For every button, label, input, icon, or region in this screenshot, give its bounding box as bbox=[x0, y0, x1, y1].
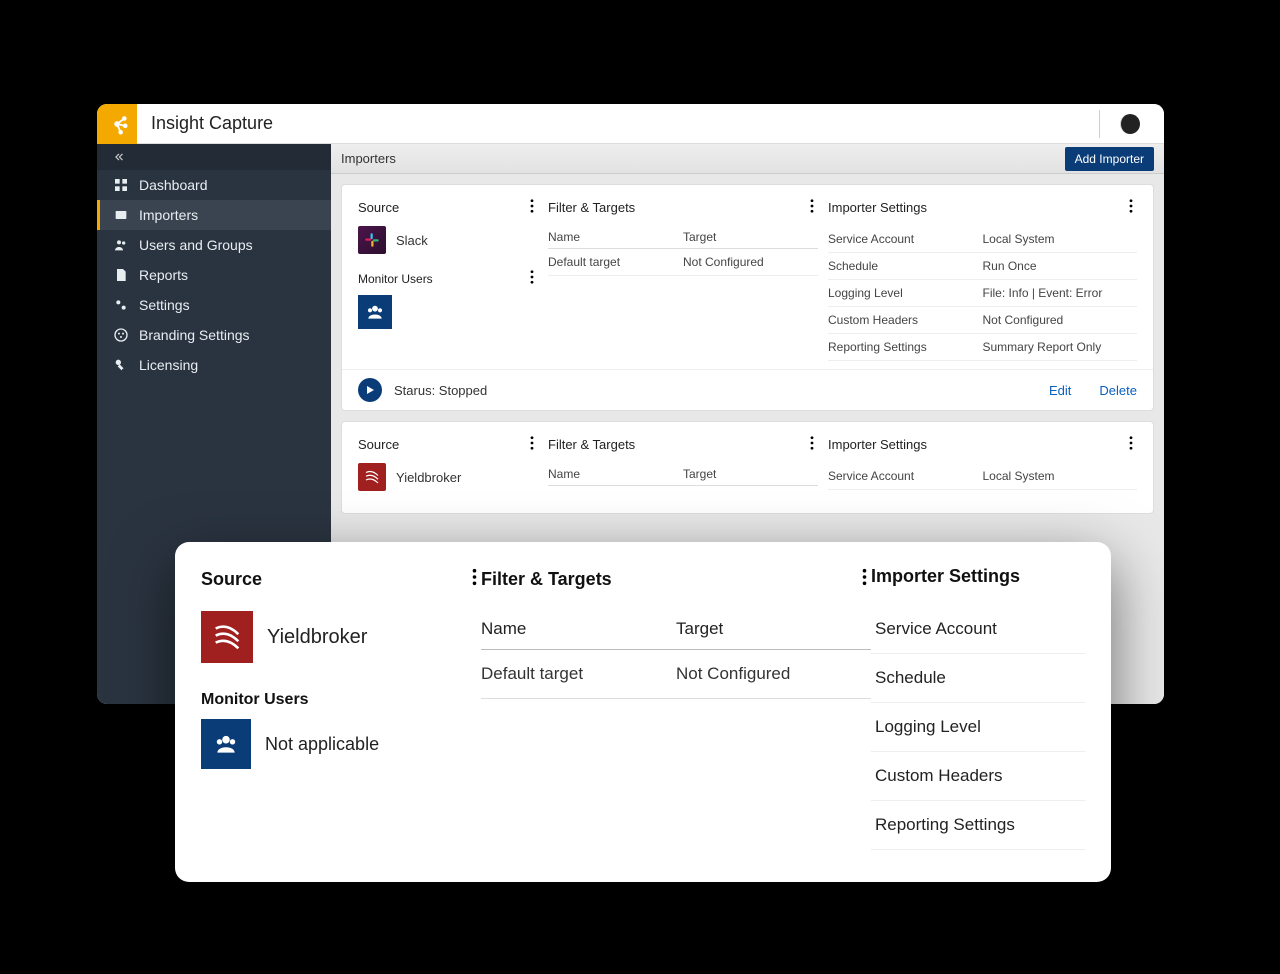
filter-targets-heading: Filter & Targets bbox=[481, 569, 612, 590]
add-importer-button[interactable]: Add Importer bbox=[1065, 147, 1154, 171]
play-button[interactable] bbox=[358, 378, 382, 402]
filter-targets-heading: Filter & Targets bbox=[548, 200, 635, 215]
settings-more-icon[interactable] bbox=[1125, 434, 1137, 455]
setting-key: Reporting Settings bbox=[871, 801, 1085, 850]
monitor-users-heading: Monitor Users bbox=[201, 691, 481, 709]
filter-more-icon[interactable] bbox=[806, 197, 818, 218]
setting-key: Custom Headers bbox=[871, 752, 1085, 801]
sidebar-item-importers[interactable]: Importers bbox=[97, 200, 331, 230]
filter-more-icon[interactable] bbox=[806, 434, 818, 455]
yieldbroker-icon bbox=[358, 463, 386, 491]
sidebar-item-licensing[interactable]: Licensing bbox=[97, 350, 331, 380]
sidebar-item-label: Licensing bbox=[139, 357, 198, 373]
importer-card: Source Yieldbroker bbox=[341, 421, 1154, 514]
sidebar-item-reports[interactable]: Reports bbox=[97, 260, 331, 290]
filter-more-icon[interactable] bbox=[858, 566, 871, 593]
monitor-users-icon[interactable] bbox=[358, 295, 392, 329]
monitor-users-heading: Monitor Users bbox=[358, 272, 433, 286]
monitor-users-more-icon[interactable] bbox=[526, 268, 538, 289]
yieldbroker-icon bbox=[201, 611, 253, 663]
setting-key: Custom Headers bbox=[828, 313, 983, 327]
monitor-users-value: Not applicable bbox=[265, 734, 379, 755]
target-value: Not Configured bbox=[676, 664, 871, 684]
setting-key: Logging Level bbox=[828, 286, 983, 300]
sidebar-item-settings[interactable]: Settings bbox=[97, 290, 331, 320]
filter-targets-heading: Filter & Targets bbox=[548, 437, 635, 452]
col-name-heading: Name bbox=[548, 467, 683, 481]
page-title: Importers bbox=[341, 151, 1065, 166]
page-header: Importers Add Importer bbox=[331, 144, 1164, 174]
setting-val: Local System bbox=[983, 469, 1138, 483]
sidebar-item-label: Branding Settings bbox=[139, 327, 250, 343]
source-heading: Source bbox=[358, 200, 399, 215]
setting-val: Run Once bbox=[983, 259, 1138, 273]
sidebar-item-users-groups[interactable]: Users and Groups bbox=[97, 230, 331, 260]
user-avatar[interactable] bbox=[1120, 114, 1140, 134]
sidebar-item-label: Users and Groups bbox=[139, 237, 253, 253]
dashboard-icon bbox=[111, 177, 131, 193]
target-name: Default target bbox=[481, 664, 676, 684]
delete-link[interactable]: Delete bbox=[1099, 383, 1137, 398]
source-more-icon[interactable] bbox=[526, 434, 538, 455]
sidebar-item-label: Importers bbox=[139, 207, 198, 223]
target-name: Default target bbox=[548, 255, 683, 269]
importer-settings-heading: Importer Settings bbox=[871, 566, 1020, 587]
titlebar: Insight Capture bbox=[97, 104, 1164, 144]
target-value: Not Configured bbox=[683, 255, 818, 269]
setting-key: Schedule bbox=[828, 259, 983, 273]
setting-key: Service Account bbox=[828, 469, 983, 483]
status-text: Starus: Stopped bbox=[394, 383, 1021, 398]
setting-key: Service Account bbox=[828, 232, 983, 246]
importer-settings-heading: Importer Settings bbox=[828, 437, 927, 452]
monitor-users-icon[interactable] bbox=[201, 719, 251, 769]
sidebar-item-dashboard[interactable]: Dashboard bbox=[97, 170, 331, 200]
branding-icon bbox=[111, 327, 131, 343]
setting-key: Logging Level bbox=[871, 703, 1085, 752]
col-target-heading: Target bbox=[683, 230, 818, 244]
source-name: Slack bbox=[396, 233, 428, 248]
sidebar-item-label: Settings bbox=[139, 297, 190, 313]
slack-icon bbox=[358, 226, 386, 254]
importer-card-zoom: Source Yieldbroker Monitor Users Not app… bbox=[175, 542, 1111, 882]
collapse-sidebar-button[interactable] bbox=[97, 144, 331, 170]
edit-link[interactable]: Edit bbox=[1049, 383, 1071, 398]
users-icon bbox=[111, 237, 131, 253]
source-more-icon[interactable] bbox=[468, 566, 481, 593]
importers-icon bbox=[111, 207, 131, 223]
setting-key: Service Account bbox=[871, 605, 1085, 654]
col-target-heading: Target bbox=[683, 467, 818, 481]
reports-icon bbox=[111, 267, 131, 283]
setting-val: File: Info | Event: Error bbox=[983, 286, 1138, 300]
sidebar-item-label: Reports bbox=[139, 267, 188, 283]
setting-val: Summary Report Only bbox=[983, 340, 1138, 354]
source-more-icon[interactable] bbox=[526, 197, 538, 218]
licensing-icon bbox=[111, 357, 131, 373]
settings-more-icon[interactable] bbox=[1125, 197, 1137, 218]
col-name-heading: Name bbox=[481, 619, 676, 639]
app-logo-icon bbox=[97, 104, 137, 144]
avatar-divider bbox=[1099, 110, 1154, 138]
source-name: Yieldbroker bbox=[396, 470, 461, 485]
source-name: Yieldbroker bbox=[267, 626, 367, 649]
importer-settings-heading: Importer Settings bbox=[828, 200, 927, 215]
setting-val: Local System bbox=[983, 232, 1138, 246]
setting-key: Schedule bbox=[871, 654, 1085, 703]
col-target-heading: Target bbox=[676, 619, 871, 639]
setting-val: Not Configured bbox=[983, 313, 1138, 327]
settings-icon bbox=[111, 297, 131, 313]
col-name-heading: Name bbox=[548, 230, 683, 244]
sidebar-item-label: Dashboard bbox=[139, 177, 208, 193]
source-heading: Source bbox=[358, 437, 399, 452]
importer-card: Source Slack Monitor Users bbox=[341, 184, 1154, 411]
sidebar-item-branding[interactable]: Branding Settings bbox=[97, 320, 331, 350]
source-heading: Source bbox=[201, 569, 262, 590]
setting-key: Reporting Settings bbox=[828, 340, 983, 354]
app-title: Insight Capture bbox=[151, 113, 1099, 134]
